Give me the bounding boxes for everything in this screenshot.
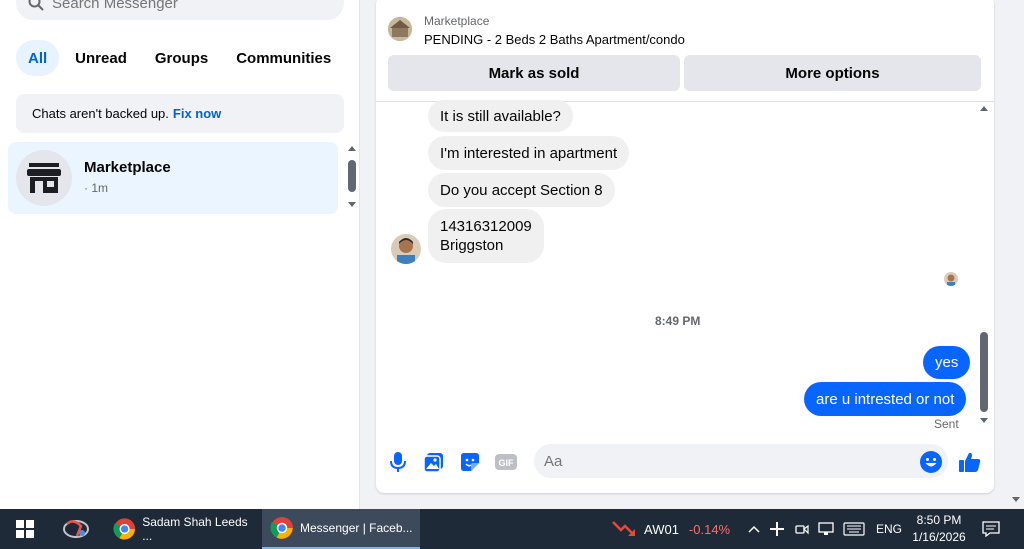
sent-status: Sent xyxy=(934,417,959,431)
task-label: Messenger | Faceb... xyxy=(300,521,413,535)
app-pinned[interactable] xyxy=(56,509,96,549)
backup-text: Chats aren't backed up. xyxy=(32,106,169,121)
chevron-up-icon[interactable] xyxy=(748,509,764,549)
keyboard-icon[interactable] xyxy=(843,509,867,549)
listing-photo-icon xyxy=(388,17,412,41)
filter-all[interactable]: All xyxy=(16,40,60,76)
sender-avatar[interactable] xyxy=(391,234,421,264)
notifications-icon[interactable] xyxy=(982,509,1002,549)
network-icon[interactable] xyxy=(818,509,836,549)
listing-thumbnail[interactable] xyxy=(388,17,412,41)
outgoing-message[interactable]: are u intrested or not xyxy=(804,382,967,416)
clock-date: 1/16/2026 xyxy=(912,530,966,544)
emoji-icon[interactable] xyxy=(919,450,943,474)
stock-widget[interactable]: AW01 -0.14% xyxy=(612,509,730,549)
conversation-item-marketplace[interactable]: Marketplace · 1m xyxy=(8,142,338,214)
seen-avatar-icon xyxy=(944,272,958,286)
stock-change: -0.14% xyxy=(688,521,731,537)
windows-icon xyxy=(16,520,34,538)
message-input[interactable] xyxy=(534,444,948,478)
incoming-message[interactable]: 14316312009 Briggston xyxy=(428,209,544,263)
listing-header: Marketplace PENDING - 2 Beds 2 Baths Apa… xyxy=(376,0,994,102)
sticker-icon[interactable] xyxy=(458,450,482,474)
scroll-down-arrow[interactable] xyxy=(348,202,356,207)
chrome-icon xyxy=(270,517,293,539)
filter-groups[interactable]: Groups xyxy=(143,40,220,76)
chrome-icon xyxy=(113,518,136,540)
messages-scrollbar[interactable] xyxy=(978,106,990,428)
microphone-icon[interactable] xyxy=(386,450,410,474)
clock-time: 8:50 PM xyxy=(916,513,962,527)
plus-icon[interactable] xyxy=(770,509,786,549)
filter-unread[interactable]: Unread xyxy=(63,40,139,76)
page-scroll-down-arrow[interactable] xyxy=(1012,497,1020,502)
thumbs-up-icon[interactable] xyxy=(958,450,982,474)
taskbar-task-chrome-1[interactable]: Sadam Shah Leeds ... xyxy=(105,509,257,549)
fix-now-link[interactable]: Fix now xyxy=(173,106,221,121)
stock-down-icon xyxy=(612,521,635,536)
svg-text:GIF: GIF xyxy=(499,458,515,468)
search-icon xyxy=(28,0,44,11)
language-indicator[interactable]: ENG xyxy=(876,509,902,549)
language-label: ENG xyxy=(876,522,903,536)
tool-app-icon xyxy=(63,520,89,538)
conversation-time: · 1m xyxy=(84,181,108,195)
scroll-up-arrow[interactable] xyxy=(980,106,988,111)
avatar xyxy=(16,150,72,206)
photo-icon[interactable] xyxy=(422,450,446,474)
scrollbar-thumb[interactable] xyxy=(348,160,356,192)
system-clock[interactable]: 8:50 PM 1/16/2026 xyxy=(908,512,970,546)
taskbar-task-chrome-2[interactable]: Messenger | Faceb... xyxy=(262,509,420,549)
store-icon xyxy=(27,163,61,193)
taskbar: Sadam Shah Leeds ... Messenger | Faceb..… xyxy=(0,509,1024,549)
backup-notice: Chats aren't backed up. Fix now xyxy=(16,94,344,133)
start-button[interactable] xyxy=(0,509,50,549)
message-timestamp: 8:49 PM xyxy=(655,314,701,328)
incoming-message[interactable]: It is still available? xyxy=(428,100,573,132)
meet-now-icon[interactable] xyxy=(795,509,811,549)
incoming-message[interactable]: I'm interested in apartment xyxy=(428,136,630,170)
more-options-button[interactable]: More options xyxy=(684,55,981,91)
listing-title[interactable]: PENDING - 2 Beds 2 Baths Apartment/condo xyxy=(424,32,685,47)
search-bar[interactable] xyxy=(16,0,344,20)
scroll-down-arrow[interactable] xyxy=(980,418,988,423)
chat-list-pane: All Unread Groups Communities Chats aren… xyxy=(0,0,360,509)
filter-chips: All Unread Groups Communities xyxy=(16,40,347,76)
scroll-up-arrow[interactable] xyxy=(348,146,356,151)
task-label: Sadam Shah Leeds ... xyxy=(142,515,248,543)
conversation-name: Marketplace xyxy=(84,159,171,176)
message-composer: GIF xyxy=(376,436,994,490)
gif-icon[interactable]: GIF xyxy=(494,450,518,474)
mark-as-sold-button[interactable]: Mark as sold xyxy=(388,55,680,91)
incoming-message[interactable]: Do you accept Section 8 xyxy=(428,173,615,207)
filter-communities[interactable]: Communities xyxy=(224,40,343,76)
scrollbar-thumb[interactable] xyxy=(980,332,988,412)
person-avatar-icon xyxy=(391,234,421,264)
listing-label: Marketplace xyxy=(424,14,490,28)
search-input[interactable] xyxy=(52,0,312,12)
outgoing-message[interactable]: yes xyxy=(923,346,971,379)
conversation-panel: Marketplace PENDING - 2 Beds 2 Baths Apa… xyxy=(376,0,994,493)
chat-list-scrollbar[interactable] xyxy=(346,144,358,212)
read-receipt-avatar xyxy=(944,272,958,286)
stock-symbol: AW01 xyxy=(644,521,679,537)
